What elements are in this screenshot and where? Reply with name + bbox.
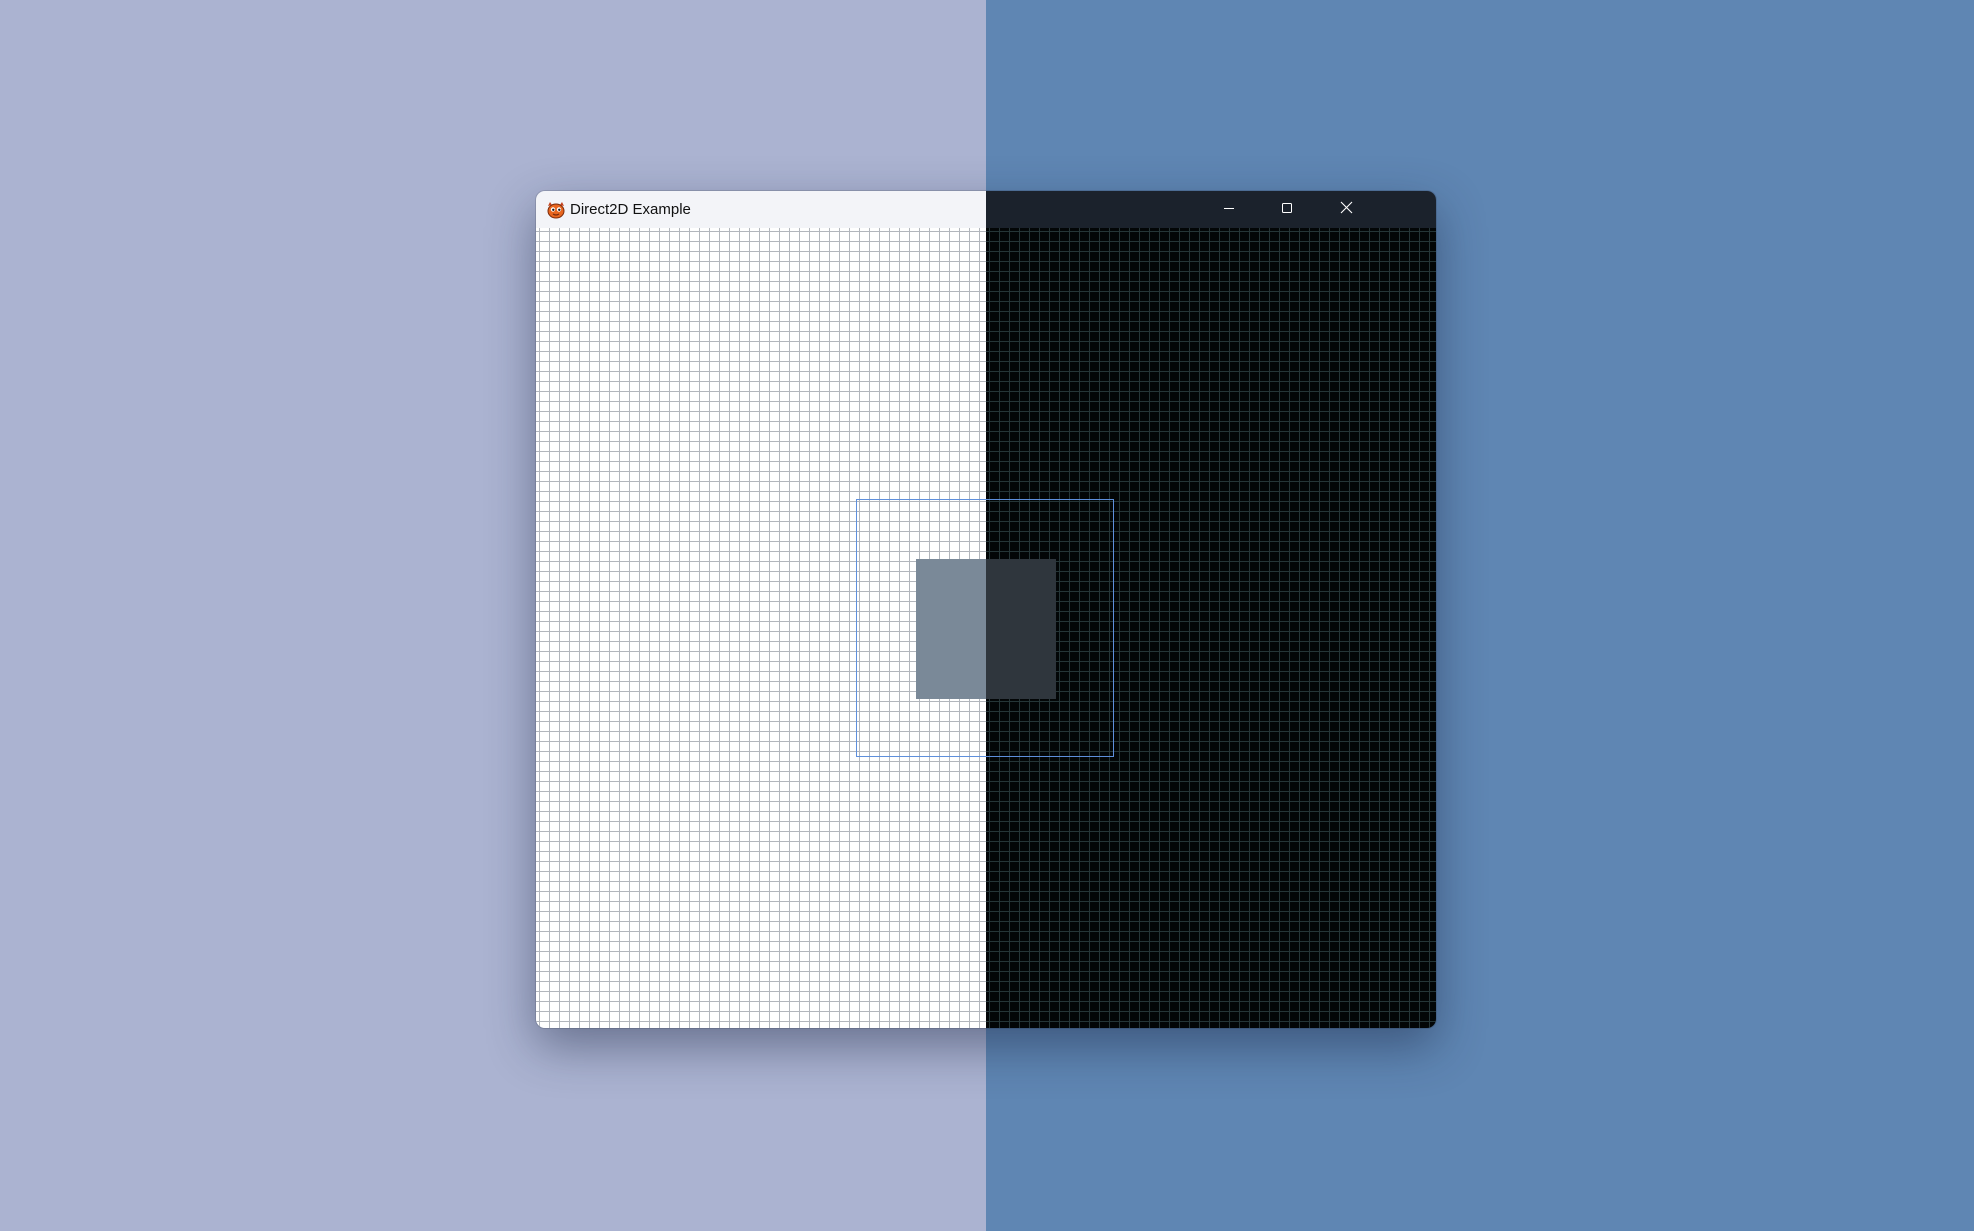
maximize-icon [1281, 201, 1293, 219]
drawing-canvas[interactable] [536, 228, 1436, 1028]
minimize-button[interactable] [1200, 191, 1258, 228]
close-button[interactable] [1316, 191, 1376, 228]
minimize-icon [1223, 201, 1235, 219]
outline-rectangle [856, 499, 1114, 757]
close-icon [1340, 201, 1353, 219]
app-window[interactable]: Direct2D Example [536, 191, 1436, 1028]
title-bar[interactable]: Direct2D Example [536, 191, 1436, 228]
maximize-button[interactable] [1258, 191, 1316, 228]
window-title: Direct2D Example [570, 201, 691, 218]
ferris-crab-icon [546, 200, 566, 220]
